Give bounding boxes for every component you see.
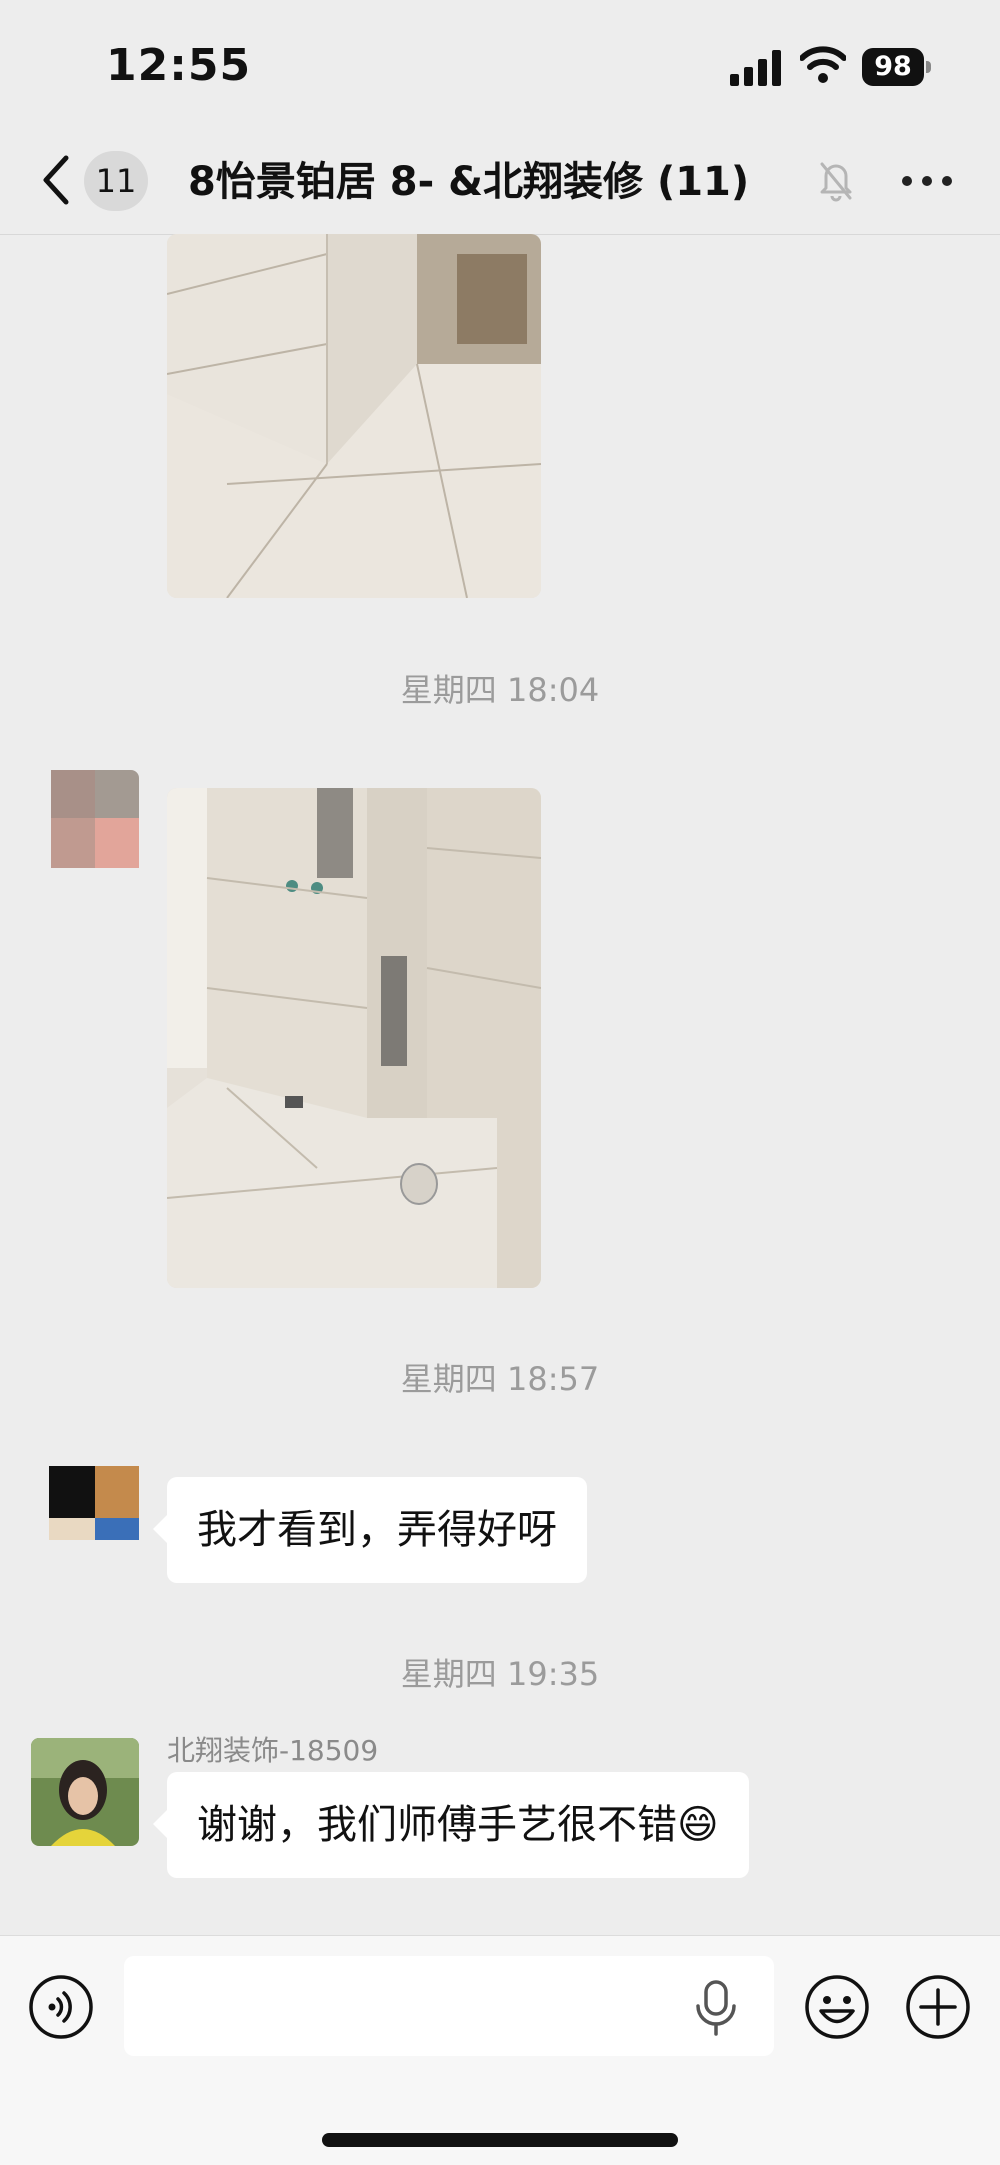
member-count: (11) <box>656 159 750 205</box>
chat-image-bathroom-shower[interactable] <box>167 788 541 1288</box>
emoji-icon[interactable] <box>804 1974 870 2040</box>
message-input[interactable] <box>124 1956 774 2056</box>
message-bubble[interactable]: 我才看到，弄得好呀 <box>153 1477 587 1583</box>
bell-slash-icon <box>820 162 852 202</box>
timestamp: 星期四 18:57 <box>400 1360 600 1398</box>
sender-name: 北翔装饰-18509 <box>167 1734 379 1767</box>
unread-count-badge[interactable]: 11 <box>84 151 148 211</box>
chat-image-bathroom-tile[interactable] <box>167 234 541 598</box>
status-bar: 12:55 98 <box>0 0 1000 130</box>
timestamp: 星期四 18:04 <box>400 671 600 709</box>
status-time: 12:55 <box>106 40 252 91</box>
avatar[interactable] <box>31 1440 139 1548</box>
chat-title: 8怡景铂居 8- &北翔装修 (11) <box>188 152 808 212</box>
battery-icon: 98 <box>862 48 932 86</box>
battery-level: 98 <box>862 48 924 86</box>
avatar[interactable] <box>31 1738 139 1846</box>
more-dots-icon[interactable] <box>900 170 954 190</box>
plus-icon[interactable] <box>905 1974 971 2040</box>
cellular-signal-icon <box>730 50 781 86</box>
voice-mode-icon[interactable] <box>28 1974 94 2040</box>
message-bubble[interactable]: 谢谢，我们师傅手艺很不错😄 <box>153 1772 749 1878</box>
chevron-left-icon[interactable] <box>36 152 76 208</box>
avatar[interactable] <box>31 770 139 878</box>
chat-header: 11 8怡景铂居 8- &北翔装修 (11) <box>0 130 1000 235</box>
group-name: 8怡景铂居 8- &北翔装修 <box>188 159 643 205</box>
timestamp: 星期四 19:35 <box>400 1655 600 1693</box>
wifi-icon <box>800 46 846 83</box>
chat-input-bar <box>0 1935 1000 2165</box>
home-indicator <box>322 2133 678 2147</box>
microphone-icon[interactable] <box>690 1978 742 2038</box>
